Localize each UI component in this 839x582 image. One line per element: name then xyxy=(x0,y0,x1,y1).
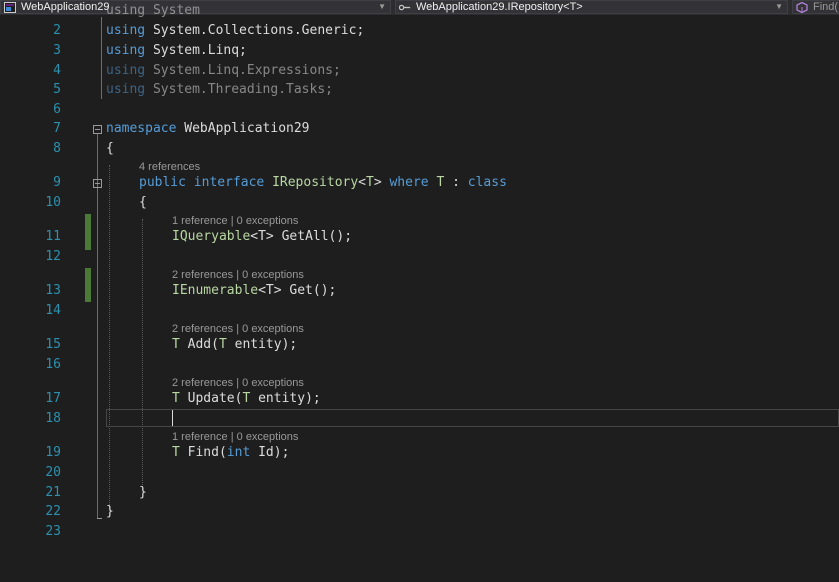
line-number: 23 xyxy=(45,524,61,539)
code-line: { xyxy=(106,141,114,156)
line-number: 21 xyxy=(45,485,61,500)
line-number: 4 xyxy=(53,63,61,78)
codelens-references: 2 references xyxy=(172,269,234,281)
member-name: Find( xyxy=(813,1,839,13)
outline-guide-usings xyxy=(101,17,102,99)
line-number: 15 xyxy=(45,337,61,352)
code-line: T Find(int Id); xyxy=(172,445,290,460)
csharp-project-icon xyxy=(4,2,16,13)
code-line: T Update(T entity); xyxy=(172,391,321,406)
line-number: 17 xyxy=(45,391,61,406)
collapse-interface-icon[interactable] xyxy=(93,179,102,188)
line-number: 10 xyxy=(45,195,61,210)
interface-icon xyxy=(399,4,411,11)
line-number: 7 xyxy=(53,121,61,136)
code-line: } xyxy=(139,485,147,500)
code-line-unused: using System.Threading.Tasks; xyxy=(106,82,333,97)
type-scope-dropdown[interactable]: WebApplication29.IRepository<T> ▼ xyxy=(395,0,788,14)
indent-guide xyxy=(109,165,110,511)
code-line: T Add(T entity); xyxy=(172,337,298,352)
current-line-highlight xyxy=(106,409,839,427)
line-number: 22 xyxy=(45,504,61,519)
codelens-exceptions: 0 exceptions xyxy=(242,269,304,281)
text-caret xyxy=(172,410,173,426)
chevron-down-icon: ▼ xyxy=(775,2,783,11)
code-line: using System.Collections.Generic; xyxy=(106,23,365,38)
codelens[interactable]: 1 reference | 0 exceptions xyxy=(172,215,298,227)
codelens-references: 1 reference xyxy=(172,431,228,443)
modified-line-marker xyxy=(85,268,91,302)
code-line: using System.Linq; xyxy=(106,43,247,58)
glyph-margin xyxy=(0,15,21,582)
line-number: 2 xyxy=(53,23,61,38)
codelens-exceptions: 0 exceptions xyxy=(236,215,299,227)
line-number: 19 xyxy=(45,445,61,460)
line-number: 18 xyxy=(45,411,61,426)
type-scope-name: WebApplication29.IRepository<T> xyxy=(416,1,583,13)
code-line: public interface IRepository<T> where T … xyxy=(139,175,507,190)
line-number: 14 xyxy=(45,303,61,318)
codelens-references: 2 references xyxy=(172,323,234,335)
outline-guide-end xyxy=(97,518,102,519)
code-line: IEnumerable<T> Get(); xyxy=(172,283,337,298)
codelens-exceptions: 0 exceptions xyxy=(236,431,299,443)
code-line: using System xyxy=(106,3,200,18)
project-name: WebApplication29 xyxy=(21,1,110,13)
line-number: 16 xyxy=(45,357,61,372)
codelens-references[interactable]: 4 references xyxy=(139,161,200,173)
code-line: { xyxy=(139,195,147,210)
code-line: } xyxy=(106,504,114,519)
line-number: 11 xyxy=(45,229,61,244)
line-number: 20 xyxy=(45,465,61,480)
line-number: 8 xyxy=(53,141,61,156)
collapse-namespace-icon[interactable] xyxy=(93,125,102,134)
line-number: 12 xyxy=(45,249,61,264)
codelens-references: 1 reference xyxy=(172,215,228,227)
line-number: 3 xyxy=(53,43,61,58)
indent-guide xyxy=(142,219,143,491)
codelens-exceptions: 0 exceptions xyxy=(242,377,304,389)
code-line: namespace WebApplication29 xyxy=(106,121,310,136)
modified-line-marker xyxy=(85,214,91,250)
code-line: IQueryable<T> GetAll(); xyxy=(172,229,353,244)
codelens[interactable]: 2 references | 0 exceptions xyxy=(172,323,304,335)
codelens[interactable]: 2 references | 0 exceptions xyxy=(172,377,304,389)
line-number: 13 xyxy=(45,283,61,298)
codelens-references: 2 references xyxy=(172,377,234,389)
code-line-unused: using System.Linq.Expressions; xyxy=(106,63,341,78)
member-dropdown[interactable]: Find( xyxy=(792,0,839,14)
code-editor[interactable]: 2 3 4 5 6 7 8 9 10 11 12 13 14 15 16 17 … xyxy=(0,3,839,582)
method-icon xyxy=(796,2,808,13)
codelens[interactable]: 2 references | 0 exceptions xyxy=(172,269,304,281)
codelens-exceptions: 0 exceptions xyxy=(242,323,304,335)
outline-guide-namespace xyxy=(97,134,98,518)
line-number: 6 xyxy=(53,102,61,117)
line-number: 5 xyxy=(53,82,61,97)
codelens[interactable]: 1 reference | 0 exceptions xyxy=(172,431,298,443)
chevron-down-icon: ▼ xyxy=(378,2,386,11)
line-number: 9 xyxy=(53,175,61,190)
